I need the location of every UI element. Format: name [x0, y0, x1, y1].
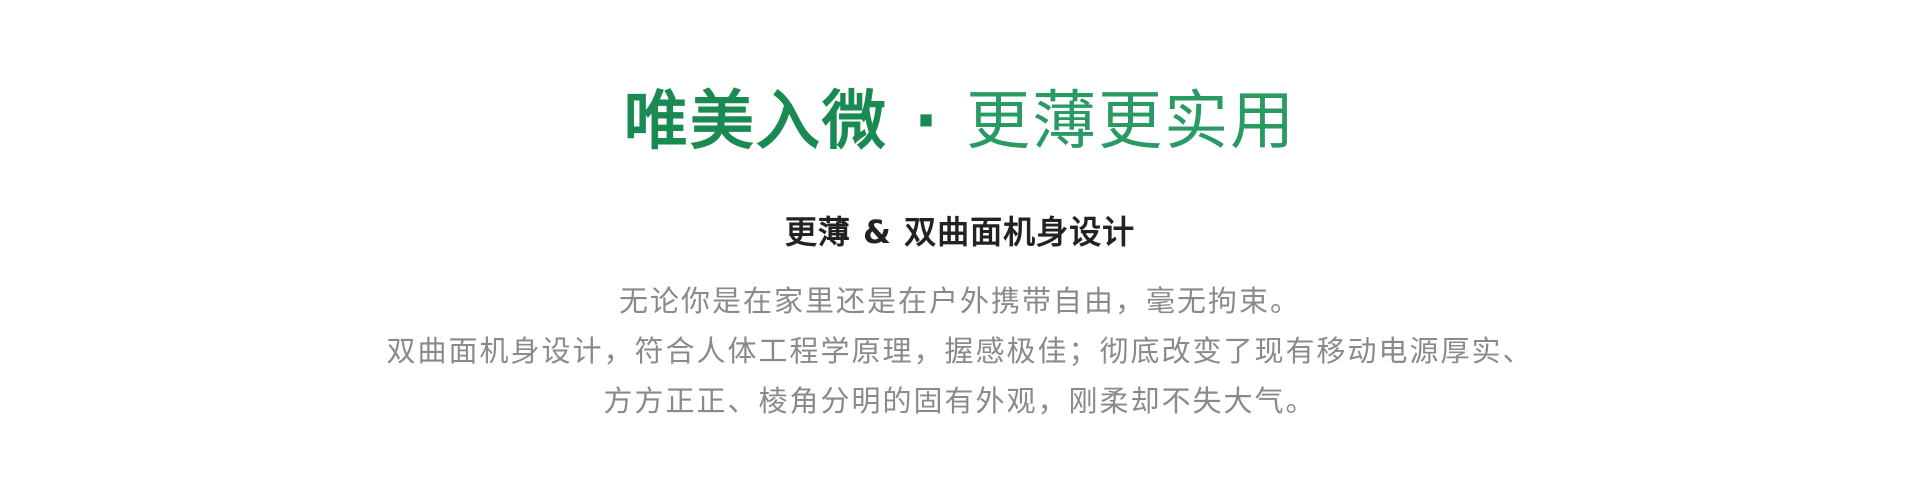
headline-bold-part: 唯美入微 — [623, 85, 888, 159]
description-line: 双曲面机身设计，符合人体工程学原理，握感极佳；彻底改变了现有移动电源厚实、 — [386, 334, 1534, 368]
headline: 唯美入微 · 更薄更实用 — [0, 82, 1920, 162]
description-line: 无论你是在家里还是在户外携带自由，毫无拘束。 — [618, 284, 1301, 318]
subtitle: 更薄 & 双曲面机身设计 — [784, 213, 1136, 251]
description-line: 方方正正、棱角分明的固有外观，刚柔却不失大气。 — [603, 384, 1317, 418]
description: 无论你是在家里还是在户外携带自由，毫无拘束。 双曲面机身设计，符合人体工程学原理… — [0, 276, 1920, 426]
headline-separator: · — [913, 85, 941, 159]
product-feature-banner: 唯美入微 · 更薄更实用 更薄 & 双曲面机身设计 无论你是在家里还是在户外携带自由… — [0, 0, 1920, 500]
headline-light-part: 更薄更实用 — [966, 85, 1297, 159]
